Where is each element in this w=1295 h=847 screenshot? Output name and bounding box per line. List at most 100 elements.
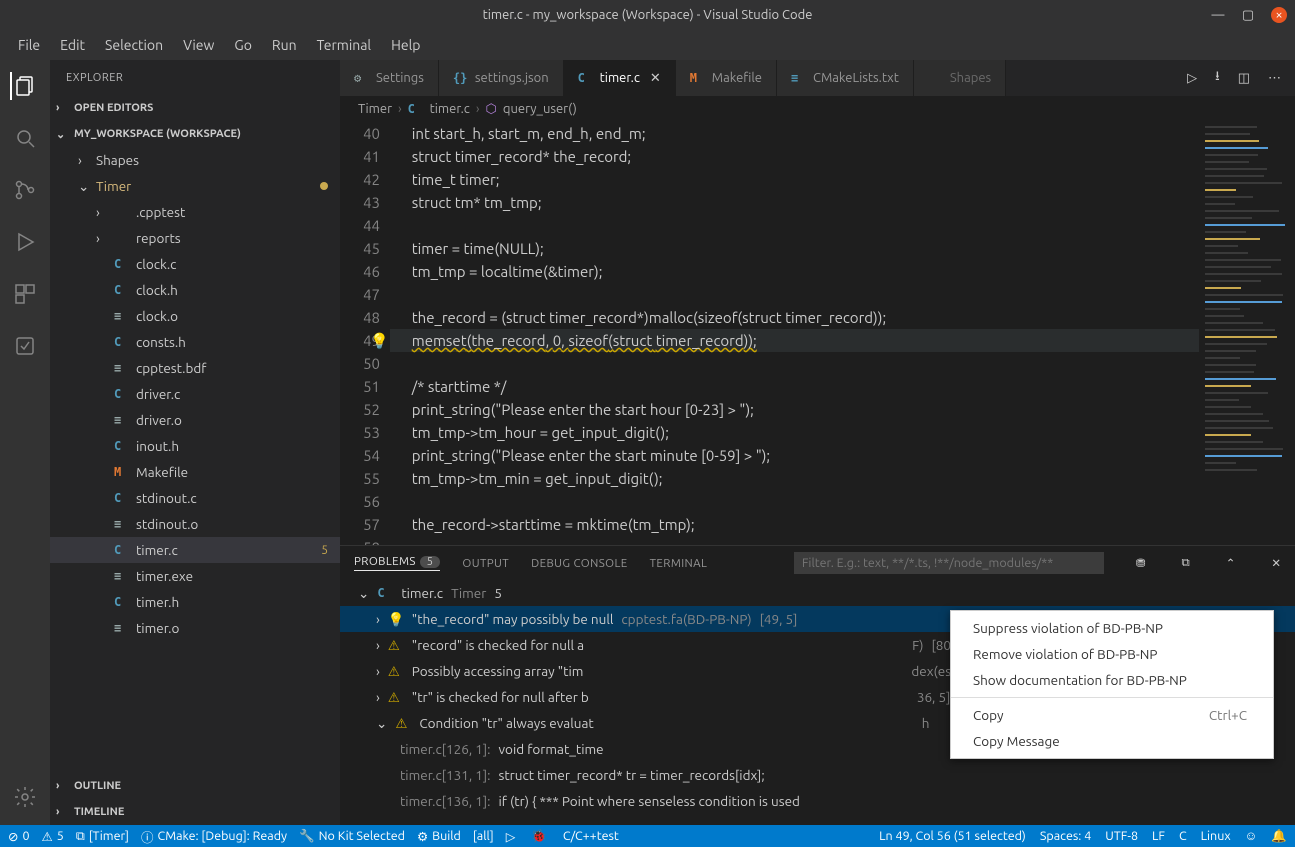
status-item[interactable]: ⊘0 <box>8 829 30 844</box>
more-icon[interactable]: ⋯ <box>1268 71 1281 86</box>
tab-label: Makefile <box>712 71 762 85</box>
folder-row[interactable]: ⌄Timer <box>50 173 340 199</box>
run-icon[interactable]: ▷ <box>1187 71 1197 86</box>
menu-edit[interactable]: Edit <box>52 35 93 55</box>
file-row[interactable]: MMakefile <box>50 459 340 485</box>
status-item[interactable]: Spaces: 4 <box>1040 829 1091 843</box>
file-row[interactable]: ›.cpptest <box>50 199 340 225</box>
status-item[interactable]: ⚙Build <box>417 829 461 844</box>
breadcrumb-item[interactable]: query_user() <box>503 102 577 116</box>
code-editor[interactable]: 40414243444546474849505152535455565758 💡… <box>340 122 1295 545</box>
editor-tab[interactable]: ≡CMakeLists.txt <box>777 60 914 96</box>
section-timeline[interactable]: ›TIMELINE <box>50 799 340 825</box>
context-menu-item[interactable]: CopyCtrl+C <box>951 702 1273 728</box>
section-workspace[interactable]: ⌄MY_WORKSPACE (WORKSPACE) <box>50 121 340 147</box>
explorer-icon[interactable] <box>10 72 38 100</box>
status-item[interactable]: C/C++test <box>563 829 619 843</box>
import-icon[interactable]: ⭳ <box>1215 67 1220 89</box>
editor-tab[interactable]: {}settings.json <box>439 60 564 96</box>
status-item[interactable]: Linux <box>1201 829 1231 843</box>
filter-icon[interactable]: ⛃ <box>1136 556 1146 570</box>
file-row[interactable]: Cstdinout.c <box>50 485 340 511</box>
problems-file-header[interactable]: ⌄Ctimer.cTimer5 <box>340 580 1295 606</box>
status-item[interactable]: ⧉[Timer] <box>76 829 129 844</box>
feedback-icon[interactable]: ☺ <box>1245 829 1258 843</box>
minimize-icon[interactable]: — <box>1211 8 1225 22</box>
minimap[interactable] <box>1199 122 1295 545</box>
status-item[interactable]: ▷ <box>506 829 520 844</box>
panel-tab-output[interactable]: OUTPUT <box>462 557 509 570</box>
file-row[interactable]: ≡clock.o <box>50 303 340 329</box>
file-row[interactable]: ≡cpptest.bdf <box>50 355 340 381</box>
section-open-editors[interactable]: ›OPEN EDITORS <box>50 95 340 121</box>
editor-tab[interactable]: ⚙Settings <box>340 60 439 96</box>
file-row[interactable]: Ctimer.c5 <box>50 537 340 563</box>
menu-view[interactable]: View <box>175 35 222 55</box>
file-name: clock.c <box>136 256 176 272</box>
close-icon[interactable]: × <box>1271 7 1287 23</box>
context-menu-item[interactable]: Show documentation for BD-PB-NP <box>951 667 1273 693</box>
menu-terminal[interactable]: Terminal <box>309 35 380 55</box>
file-row[interactable]: ≡stdinout.o <box>50 511 340 537</box>
file-row[interactable]: Ctimer.h <box>50 589 340 615</box>
status-item[interactable]: Ln 49, Col 56 (51 selected) <box>879 829 1026 843</box>
status-item[interactable]: [all] <box>473 829 494 843</box>
problem-detail-row[interactable]: timer.c[131, 1]:struct timer_record* tr … <box>340 762 1295 788</box>
folder-row[interactable]: ›Shapes <box>50 147 340 173</box>
breadcrumb-item[interactable]: Timer <box>358 102 392 116</box>
status-item[interactable]: UTF-8 <box>1105 829 1138 843</box>
file-row[interactable]: ≡timer.exe <box>50 563 340 589</box>
settings-gear-icon[interactable] <box>11 783 39 811</box>
breadcrumbs[interactable]: Timer › C timer.c › ⬡ query_user() <box>340 96 1295 122</box>
context-menu-item[interactable]: Copy Message <box>951 728 1273 754</box>
section-outline[interactable]: ›OUTLINE <box>50 773 340 799</box>
status-text: 0 <box>22 829 29 843</box>
panel-tab-terminal[interactable]: TERMINAL <box>650 557 708 570</box>
file-row[interactable]: ≡timer.o <box>50 615 340 641</box>
file-row[interactable]: Cclock.h <box>50 277 340 303</box>
editor-tab[interactable]: MMakefile <box>676 60 777 96</box>
status-item[interactable]: ⚠5 <box>42 829 64 844</box>
breadcrumb-item[interactable]: timer.c <box>430 102 470 116</box>
extensions-icon[interactable] <box>11 280 39 308</box>
context-menu-item[interactable]: Remove violation of BD-PB-NP <box>951 641 1273 667</box>
close-tab-icon[interactable]: ✕ <box>650 71 661 86</box>
context-menu-item[interactable]: Suppress violation of BD-PB-NP <box>951 615 1273 641</box>
lightbulb-icon[interactable]: 💡 <box>370 329 389 352</box>
source-control-icon[interactable] <box>11 176 39 204</box>
close-panel-icon[interactable]: ✕ <box>1271 556 1281 570</box>
file-row[interactable]: Cdriver.c <box>50 381 340 407</box>
cpptest-icon[interactable] <box>11 332 39 360</box>
status-item[interactable]: ⓘCMake: [Debug]: Ready <box>141 827 287 846</box>
file-row[interactable]: ≡driver.o <box>50 407 340 433</box>
file-row[interactable]: Cclock.c <box>50 251 340 277</box>
file-row[interactable]: Cconsts.h <box>50 329 340 355</box>
file-row[interactable]: Cinout.h <box>50 433 340 459</box>
maximize-icon[interactable]: ▢ <box>1241 8 1255 22</box>
panel-tab-debug[interactable]: DEBUG CONSOLE <box>531 557 628 570</box>
editor-tab[interactable]: Ctimer.c✕ <box>564 60 676 96</box>
run-debug-icon[interactable] <box>11 228 39 256</box>
chevron-up-icon[interactable]: ⌃ <box>1226 556 1236 570</box>
menu-go[interactable]: Go <box>226 35 259 55</box>
editor-tab[interactable]: Shapes <box>914 60 1006 96</box>
status-item[interactable]: 🔧No Kit Selected <box>299 829 405 844</box>
menu-help[interactable]: Help <box>383 35 428 55</box>
tab-label: timer.c <box>600 71 640 85</box>
status-item[interactable]: LF <box>1152 829 1165 843</box>
file-row[interactable]: ›reports <box>50 225 340 251</box>
code-content[interactable]: 💡 int start_h, start_m, end_h, end_m; st… <box>398 122 1199 545</box>
filter-input[interactable] <box>794 552 1104 574</box>
panel-tab-problems[interactable]: PROBLEMS5 <box>354 555 440 571</box>
menu-run[interactable]: Run <box>264 35 305 55</box>
collapse-all-icon[interactable]: ⧉ <box>1182 556 1190 570</box>
status-item[interactable]: C <box>1179 829 1187 843</box>
menu-file[interactable]: File <box>10 35 48 55</box>
line-number: 44 <box>340 214 380 237</box>
problem-detail-row[interactable]: timer.c[136, 1]:if (tr) { *** Point wher… <box>340 788 1295 814</box>
status-item[interactable]: 🐞 <box>531 829 551 844</box>
menu-selection[interactable]: Selection <box>97 35 171 55</box>
notifications-icon[interactable]: 🔔 <box>1271 829 1287 844</box>
split-editor-icon[interactable]: ◫ <box>1238 71 1250 86</box>
search-icon[interactable] <box>11 124 39 152</box>
